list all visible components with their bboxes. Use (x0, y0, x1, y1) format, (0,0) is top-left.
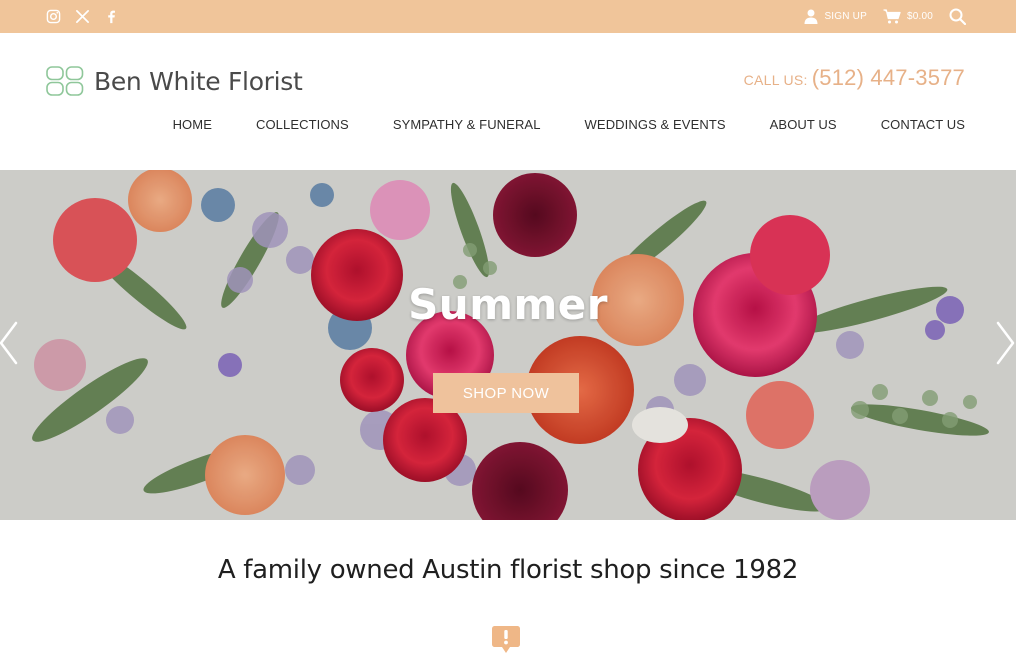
sign-up-link[interactable]: SIGN UP (804, 9, 867, 24)
sign-up-label: SIGN UP (824, 11, 867, 22)
instagram-icon[interactable] (46, 9, 61, 24)
utility-links: SIGN UP $0.00 (804, 8, 966, 25)
alert-icon[interactable] (491, 624, 521, 656)
cart-total: $0.00 (906, 11, 933, 22)
phone-number[interactable]: (512) 447-3577 (812, 65, 965, 91)
nav-weddings-events[interactable]: WEDDINGS & EVENTS (585, 117, 726, 132)
nav-contact-us[interactable]: CONTACT US (881, 117, 965, 132)
cart-icon (883, 9, 901, 24)
search-icon[interactable] (949, 8, 966, 25)
social-links (46, 9, 119, 24)
chevron-left-icon[interactable] (0, 320, 20, 366)
call-us-label: CALL US: (743, 72, 808, 88)
facebook-icon[interactable] (104, 9, 119, 24)
call-us: CALL US: (512) 447-3577 (744, 65, 965, 91)
tagline: A family owned Austin florist shop since… (217, 555, 799, 585)
hero-flower-image (0, 170, 1016, 520)
chevron-right-icon[interactable] (994, 320, 1016, 366)
nav-collections[interactable]: COLLECTIONS (256, 117, 349, 132)
hero-slider: Summer SHOP NOW (0, 170, 1016, 520)
site-logo[interactable]: Ben White Florist (46, 66, 303, 96)
nav-sympathy-funeral[interactable]: SYMPATHY & FUNERAL (393, 117, 541, 132)
user-icon (804, 9, 818, 24)
top-bar: SIGN UP $0.00 (0, 0, 1016, 33)
logo-text: Ben White Florist (94, 66, 303, 96)
cart-link[interactable]: $0.00 (883, 9, 933, 24)
logo-mark-icon (46, 66, 84, 96)
x-icon[interactable] (75, 9, 90, 24)
nav-home[interactable]: HOME (173, 117, 212, 132)
main-nav: HOME COLLECTIONS SYMPATHY & FUNERAL WEDD… (173, 117, 965, 132)
site-header: Ben White Florist CALL US: (512) 447-357… (0, 33, 1016, 170)
nav-about-us[interactable]: ABOUT US (770, 117, 837, 132)
shop-now-button[interactable]: SHOP NOW (433, 373, 579, 413)
hero-title: Summer (408, 280, 608, 329)
